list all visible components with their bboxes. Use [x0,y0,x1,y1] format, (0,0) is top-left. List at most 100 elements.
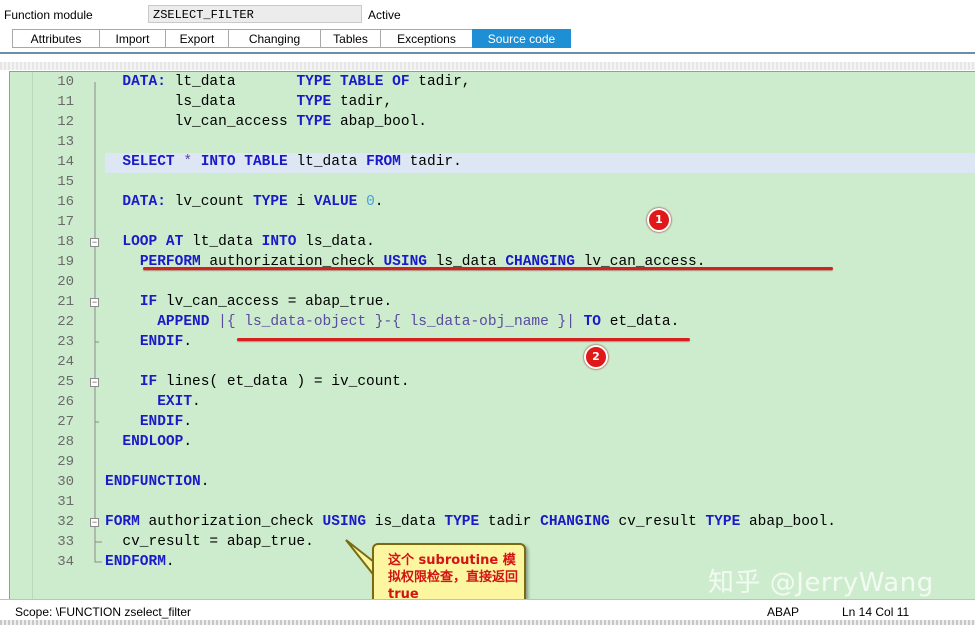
code-line[interactable]: 17 [10,212,975,232]
tab-strip: Attributes Import Export Changing Tables… [12,29,571,49]
line-number: 15 [57,174,74,190]
code-line[interactable]: 11 ls_data TYPE tadir, [10,92,975,112]
line-number: 12 [57,114,74,130]
code-line[interactable]: 16 DATA: lv_count TYPE i VALUE 0. [10,192,975,212]
code-line[interactable]: 10 DATA: lt_data TYPE TABLE OF tadir, [10,72,975,92]
tab-source-code[interactable]: Source code [472,29,571,48]
code-token: |{ ls_data-object }-{ ls_data-obj_name }… [209,314,575,330]
code-text: DATA: lt_data TYPE TABLE OF tadir, [105,72,470,92]
tab-attributes[interactable]: Attributes [12,29,99,48]
code-token: . [183,414,193,430]
code-token: INTO TABLE [200,154,288,170]
function-module-name-field[interactable]: ZSELECT_FILTER [148,5,362,23]
line-number: 17 [57,214,74,230]
code-token: DATA: [122,74,166,90]
tab-export[interactable]: Export [165,29,228,48]
code-token: . [183,334,193,350]
code-line[interactable]: 22 APPEND |{ ls_data-object }-{ ls_data-… [10,312,975,332]
line-number: 28 [57,434,74,450]
fold-toggle-icon[interactable]: − [90,238,99,247]
code-token: * [174,154,193,170]
code-token: SELECT [122,154,175,170]
fold-toggle-icon[interactable]: − [90,298,99,307]
code-token: ls_data. [296,234,375,250]
line-number: 23 [57,334,74,350]
code-line[interactable]: 29 [10,452,975,472]
code-line[interactable]: 13 [10,132,975,152]
code-line[interactable]: 24 [10,352,975,372]
line-number: 26 [57,394,74,410]
status-scope: Scope: \FUNCTION zselect_filter [15,605,192,619]
tab-divider [0,52,975,54]
code-token: IF [139,374,158,390]
code-token: IF [139,294,158,310]
line-number: 18 [57,234,74,250]
line-number: 20 [57,274,74,290]
line-number: 34 [57,554,74,570]
code-token: . [183,434,193,450]
code-line[interactable]: 15 [10,172,975,192]
code-line[interactable]: 31 [10,492,975,512]
code-token: EXIT [157,394,193,410]
line-number: 33 [57,534,74,550]
line-number: 22 [57,314,74,330]
code-token: . [192,394,201,410]
code-token: TYPE [296,114,332,130]
code-text: ENDLOOP. [105,432,192,452]
code-text: ENDFORM. [105,552,175,572]
line-number: 25 [57,374,74,390]
code-token: lv_can_access [105,114,297,130]
code-text: DATA: lv_count TYPE i VALUE 0. [105,192,383,212]
tab-tables[interactable]: Tables [320,29,380,48]
fold-toggle-icon[interactable]: − [90,378,99,387]
tab-exceptions[interactable]: Exceptions [380,29,472,48]
code-text: LOOP AT lt_data INTO ls_data. [105,232,375,252]
code-token: DATA: [122,194,166,210]
annotation-badge-2: 2 [584,345,608,369]
watermark: 知乎 @JerryWang [708,568,934,598]
code-line[interactable]: 18 − LOOP AT lt_data INTO ls_data. [10,232,975,252]
code-token: is_data [366,514,445,530]
code-token: INTO [261,234,297,250]
code-line[interactable]: 12 lv_can_access TYPE abap_bool. [10,112,975,132]
code-token: abap_bool. [740,514,836,530]
code-line[interactable]: 23 ENDIF. [10,332,975,352]
code-text: IF lines( et_data ) = iv_count. [105,372,410,392]
code-token: cv_result = abap_true. [105,534,314,550]
code-line[interactable]: 28 ENDLOOP. [10,432,975,452]
code-token: authorization_check [139,514,323,530]
fold-toggle-icon[interactable]: − [90,518,99,527]
code-token: abap_bool. [331,114,427,130]
code-token: 0 [366,194,375,210]
code-line[interactable]: 20 [10,272,975,292]
code-text: ENDFUNCTION. [105,472,209,492]
code-token: ls_data [105,94,297,110]
tab-import[interactable]: Import [99,29,165,48]
line-number: 13 [57,134,74,150]
code-line[interactable]: 27 ENDIF. [10,412,975,432]
line-number: 11 [57,94,74,110]
code-line[interactable]: 14 SELECT * INTO TABLE lt_data FROM tadi… [10,152,975,173]
code-text: ls_data TYPE tadir, [105,92,393,112]
callout-text: 这个 subroutine 模拟权限检查，直接返回 true [388,553,519,602]
code-token: lt_data [183,234,262,250]
code-line[interactable]: 26 EXIT. [10,392,975,412]
code-token: . [200,474,210,490]
code-line[interactable]: 25 − IF lines( et_data ) = iv_count. [10,372,975,392]
code-line[interactable]: 21 − IF lv_can_access = abap_true. [10,292,975,312]
code-token: USING [322,514,367,530]
source-code-editor[interactable]: 10 DATA: lt_data TYPE TABLE OF tadir, 11 … [9,71,975,601]
code-line[interactable]: 30 ENDFUNCTION. [10,472,975,492]
code-token: VALUE [313,194,358,210]
line-number: 32 [57,514,74,530]
tab-changing[interactable]: Changing [228,29,320,48]
code-line[interactable]: 32 − FORM authorization_check USING is_dat… [10,512,975,532]
